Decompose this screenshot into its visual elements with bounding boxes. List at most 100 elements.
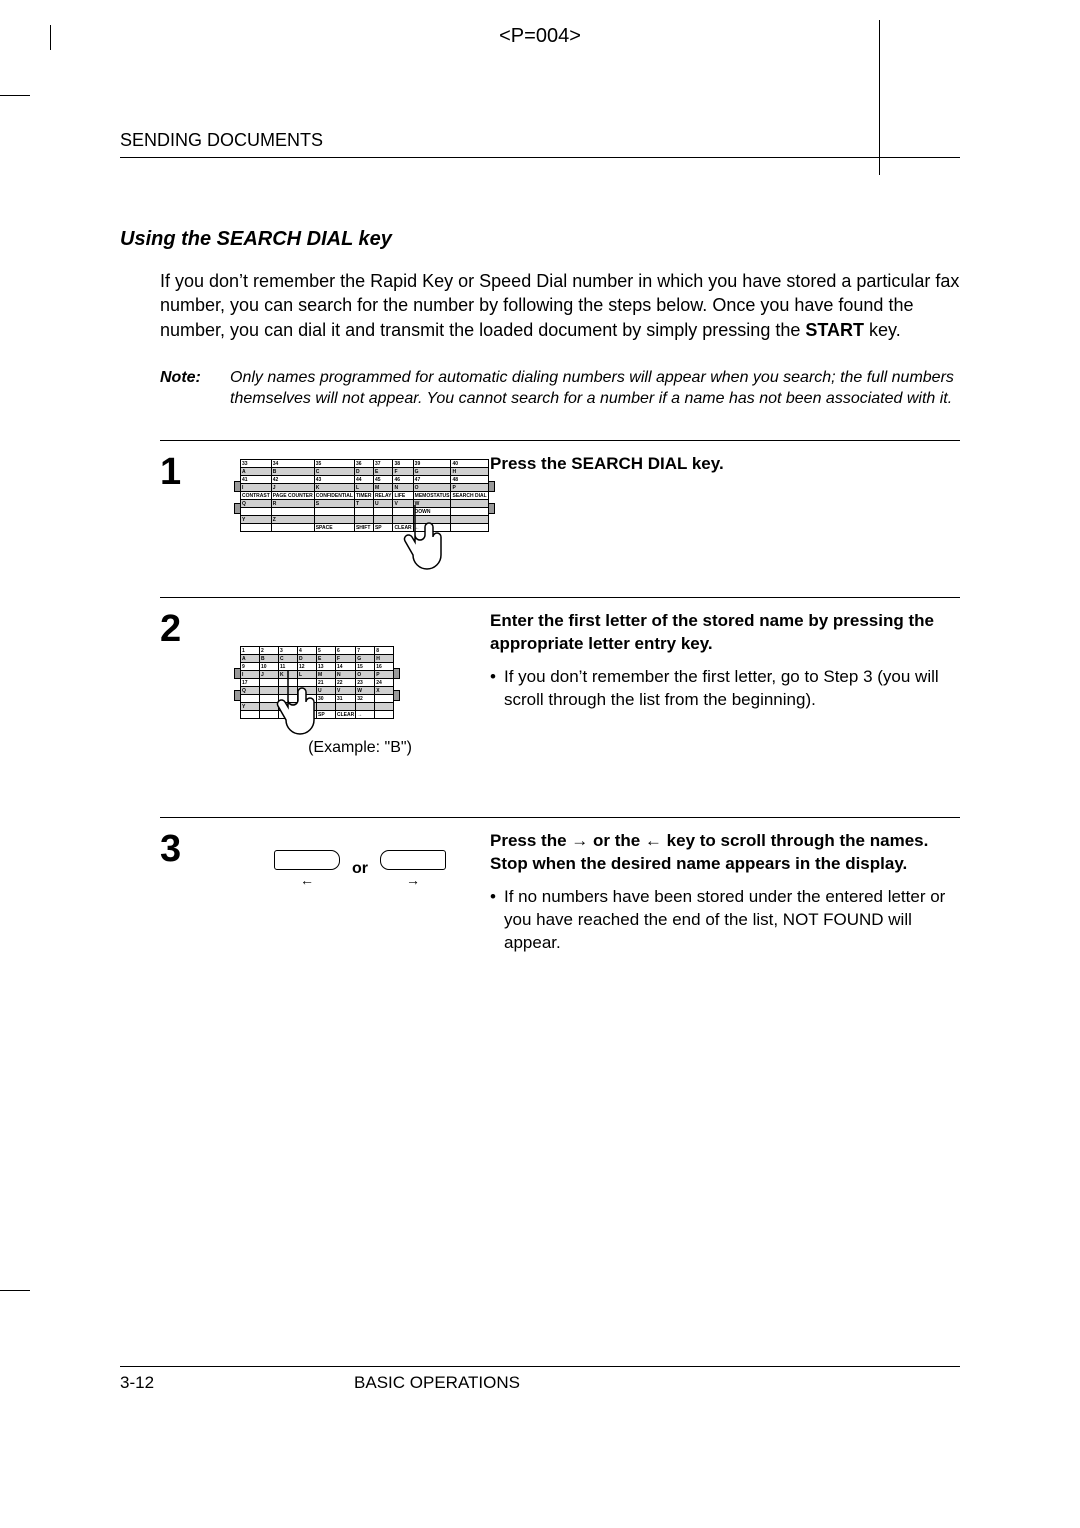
left-key-icon: ← [274,850,340,888]
step-rule [160,597,960,598]
keypad-cell: LIFE [393,492,413,500]
keypad-cell: I [241,671,260,679]
crop-mark [0,1290,30,1291]
keypad-cell [260,711,279,719]
scroll-buttons: ← or → [230,850,490,888]
keypad-cell: N [336,671,356,679]
keypad-cell [336,703,356,711]
footer-title: BASIC OPERATIONS [354,1373,520,1393]
keypad-cell [241,508,272,516]
step-text: Press the SEARCH DIAL key. [490,453,960,537]
step-lead: Press the SEARCH DIAL key. [490,453,960,476]
arrow-right-icon: → [406,872,420,888]
keypad-cell: C [314,468,354,476]
keypad-cell: SHIFT [298,711,317,719]
keypad-cell [298,687,317,695]
keypad-cell: 13 [317,663,336,671]
keypad-cell: PAGE COUNTER [271,492,314,500]
step-1: 1 3334353637383940ABCDEFGH41424344454647… [160,453,960,537]
keypad-cell [317,703,336,711]
step-2: 2 12345678ABCDEFGH910111213141516IJKLMNO… [160,610,960,757]
step-graphic: 3334353637383940ABCDEFGH4142434445464748… [230,453,490,537]
keypad-cell: 37 [373,460,393,468]
keypad-cell: 31 [336,695,356,703]
keypad-cell: MEMOSTATUS [413,492,451,500]
keypad-tab [393,690,400,701]
crop-mark [50,25,51,50]
keypad-cell: W [356,687,375,695]
keypad-cell: DOWN [413,508,451,516]
keypad-cell [314,508,354,516]
keypad-cell: SP [373,524,393,532]
keypad-cell [279,679,298,687]
keypad-cell: TIMER [354,492,373,500]
keypad-cell [451,524,488,532]
keypad-cell: ← [413,524,451,532]
keypad-cell: P [375,671,394,679]
keypad-cell: O [356,671,375,679]
keypad-illustration: 12345678ABCDEFGH910111213141516IJKLMNOP1… [240,640,394,719]
intro-paragraph: If you don’t remember the Rapid Key or S… [160,269,960,342]
keypad-cell: 7 [356,647,375,655]
keypad-cell [354,516,373,524]
keypad-cell: H [375,655,394,663]
keypad-cell: 38 [393,460,413,468]
step-number: 2 [160,610,230,757]
keypad-cell: N [393,484,413,492]
keypad-cell [298,679,317,687]
keypad-cell: 39 [413,460,451,468]
keypad-tab [234,690,241,701]
keypad-cell: B [260,655,279,663]
keypad-cell: B [271,468,314,476]
keypad-cell: D [298,655,317,663]
keypad-cell: Y [241,516,272,524]
keypad-cell: 16 [375,663,394,671]
keypad-1: 3334353637383940ABCDEFGH4142434445464748… [240,459,489,532]
keypad-cell [375,695,394,703]
keypad-cell: 36 [354,460,373,468]
keypad-cell [393,516,413,524]
keypad-cell [241,524,272,532]
keypad-cell [260,695,279,703]
content-area: SENDING DOCUMENTS Using the SEARCH DIAL … [120,130,960,1408]
keypad-cell: O [413,484,451,492]
keypad-cell: 43 [314,476,354,484]
keypad-cell: CLEAR [336,711,356,719]
keypad-cell: 4 [298,647,317,655]
step-number: 3 [160,830,230,955]
bullet-text: If you don’t remember the first letter, … [504,666,960,712]
keypad-cell: 12 [298,663,317,671]
keypad-cell: H [451,468,488,476]
crop-mark [0,95,30,96]
bullet-icon: • [490,886,504,955]
keypad-cell: 35 [314,460,354,468]
keypad-cell: 48 [451,476,488,484]
keypad-cell: 14 [336,663,356,671]
subtitle: Using the SEARCH DIAL key [120,228,960,251]
keypad-cell: W [413,500,451,508]
section-header: SENDING DOCUMENTS [120,130,960,158]
keypad-cell: CONTRAST [241,492,272,500]
keypad-cell: 22 [336,679,356,687]
step-text: Press the → or the ← key to scroll throu… [490,830,960,955]
keypad-cell: 24 [375,679,394,687]
keypad-cell: M [317,671,336,679]
keypad-illustration: 3334353637383940ABCDEFGH4142434445464748… [240,453,489,532]
step-graphic: ← or → [230,830,490,955]
keypad-cell: L [354,484,373,492]
bullet-icon: • [490,666,504,712]
right-key-icon: → [380,850,446,888]
keypad-cell [375,703,394,711]
keypad-cell: 32 [356,695,375,703]
document-page: <P=004> SENDING DOCUMENTS Using the SEAR… [0,0,1080,1528]
keypad-cell: 11 [279,663,298,671]
keypad-cell: 2 [260,647,279,655]
keypad-cell: SP [317,711,336,719]
keypad-cell: 3 [279,647,298,655]
keypad-cell: Z [271,516,314,524]
keypad-cell: SEARCH DIAL [451,492,488,500]
keypad-tab [488,503,495,514]
keypad-cell [451,508,488,516]
keypad-cell [279,687,298,695]
keypad-cell [279,703,298,711]
